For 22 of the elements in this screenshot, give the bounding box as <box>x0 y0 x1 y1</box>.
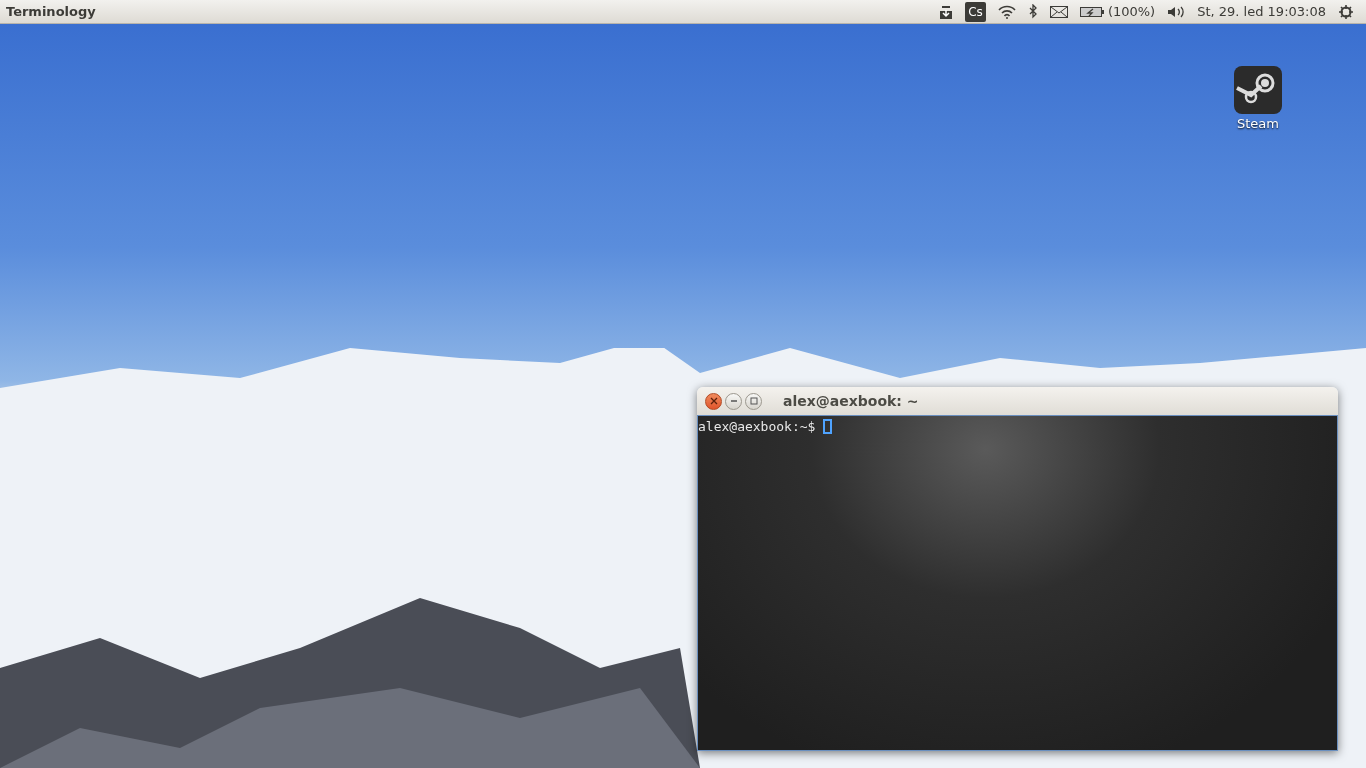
battery-percentage[interactable]: (100%) <box>1107 1 1156 22</box>
close-icon <box>709 397 718 405</box>
settings-icon[interactable] <box>1338 3 1354 20</box>
clock[interactable]: St, 29. led 19:03:08 <box>1197 1 1326 22</box>
tray-icon[interactable] <box>939 4 954 19</box>
desktop-icon-label[interactable]: Steam <box>1237 114 1279 134</box>
mail-icon[interactable] <box>1049 5 1068 18</box>
maximize-icon <box>749 397 758 405</box>
bluetooth-icon[interactable] <box>1027 4 1038 19</box>
wifi-icon[interactable] <box>997 4 1016 19</box>
terminal-body[interactable]: alex@aexbook:~$ <box>697 415 1338 751</box>
steam-icon[interactable] <box>1234 66 1282 114</box>
close-button[interactable] <box>705 392 722 410</box>
window-title: alex@aexbook: ~ <box>783 391 919 411</box>
app-title: Terminology <box>6 2 96 21</box>
maximize-button[interactable] <box>745 392 762 410</box>
minimize-button[interactable] <box>725 392 742 410</box>
indicator-label[interactable]: Cs <box>965 1 986 22</box>
terminal-prompt: alex@aexbook:~$ <box>698 418 816 436</box>
battery-icon[interactable] <box>1079 5 1104 18</box>
minimize-icon <box>729 397 738 405</box>
volume-icon[interactable] <box>1167 4 1186 19</box>
